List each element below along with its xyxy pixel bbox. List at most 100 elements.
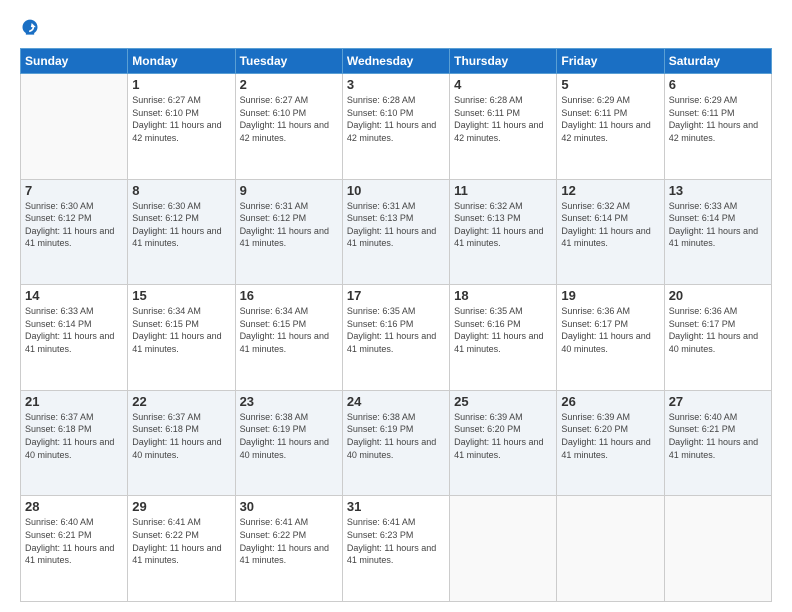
day-info: Sunrise: 6:30 AMSunset: 6:12 PMDaylight:… bbox=[25, 200, 123, 250]
calendar-cell: 16 Sunrise: 6:34 AMSunset: 6:15 PMDayligh… bbox=[235, 285, 342, 391]
day-number: 7 bbox=[25, 183, 123, 198]
day-info: Sunrise: 6:32 AMSunset: 6:14 PMDaylight:… bbox=[561, 200, 659, 250]
calendar-cell: 3 Sunrise: 6:28 AMSunset: 6:10 PMDaylight… bbox=[342, 74, 449, 180]
day-number: 25 bbox=[454, 394, 552, 409]
day-number: 29 bbox=[132, 499, 230, 514]
day-info: Sunrise: 6:41 AMSunset: 6:22 PMDaylight:… bbox=[132, 516, 230, 566]
day-number: 4 bbox=[454, 77, 552, 92]
calendar-cell: 6 Sunrise: 6:29 AMSunset: 6:11 PMDaylight… bbox=[664, 74, 771, 180]
calendar-cell: 27 Sunrise: 6:40 AMSunset: 6:21 PMDayligh… bbox=[664, 390, 771, 496]
calendar-cell: 26 Sunrise: 6:39 AMSunset: 6:20 PMDayligh… bbox=[557, 390, 664, 496]
calendar-cell: 29 Sunrise: 6:41 AMSunset: 6:22 PMDayligh… bbox=[128, 496, 235, 602]
day-number: 18 bbox=[454, 288, 552, 303]
day-number: 17 bbox=[347, 288, 445, 303]
day-info: Sunrise: 6:33 AMSunset: 6:14 PMDaylight:… bbox=[25, 305, 123, 355]
day-info: Sunrise: 6:34 AMSunset: 6:15 PMDaylight:… bbox=[132, 305, 230, 355]
day-number: 9 bbox=[240, 183, 338, 198]
calendar-table: SundayMondayTuesdayWednesdayThursdayFrid… bbox=[20, 48, 772, 602]
calendar-header-sunday: Sunday bbox=[21, 49, 128, 74]
calendar-header-row: SundayMondayTuesdayWednesdayThursdayFrid… bbox=[21, 49, 772, 74]
day-info: Sunrise: 6:31 AMSunset: 6:13 PMDaylight:… bbox=[347, 200, 445, 250]
day-number: 30 bbox=[240, 499, 338, 514]
day-info: Sunrise: 6:31 AMSunset: 6:12 PMDaylight:… bbox=[240, 200, 338, 250]
calendar-cell: 10Sunrise: 6:31 AMSunset: 6:13 PMDayligh… bbox=[342, 179, 449, 285]
calendar-cell bbox=[450, 496, 557, 602]
calendar-header-wednesday: Wednesday bbox=[342, 49, 449, 74]
day-number: 5 bbox=[561, 77, 659, 92]
day-number: 6 bbox=[669, 77, 767, 92]
day-info: Sunrise: 6:40 AMSunset: 6:21 PMDaylight:… bbox=[669, 411, 767, 461]
day-info: Sunrise: 6:29 AMSunset: 6:11 PMDaylight:… bbox=[669, 94, 767, 144]
day-info: Sunrise: 6:35 AMSunset: 6:16 PMDaylight:… bbox=[454, 305, 552, 355]
day-info: Sunrise: 6:37 AMSunset: 6:18 PMDaylight:… bbox=[25, 411, 123, 461]
calendar-cell: 24Sunrise: 6:38 AMSunset: 6:19 PMDayligh… bbox=[342, 390, 449, 496]
day-number: 13 bbox=[669, 183, 767, 198]
calendar-cell: 28Sunrise: 6:40 AMSunset: 6:21 PMDayligh… bbox=[21, 496, 128, 602]
calendar-cell: 30Sunrise: 6:41 AMSunset: 6:22 PMDayligh… bbox=[235, 496, 342, 602]
calendar-cell: 14 Sunrise: 6:33 AMSunset: 6:14 PMDayligh… bbox=[21, 285, 128, 391]
day-number: 11 bbox=[454, 183, 552, 198]
calendar-cell: 18 Sunrise: 6:35 AMSunset: 6:16 PMDayligh… bbox=[450, 285, 557, 391]
day-number: 31 bbox=[347, 499, 445, 514]
day-number: 16 bbox=[240, 288, 338, 303]
calendar-header-monday: Monday bbox=[128, 49, 235, 74]
day-number: 2 bbox=[240, 77, 338, 92]
calendar-cell: 17Sunrise: 6:35 AMSunset: 6:16 PMDayligh… bbox=[342, 285, 449, 391]
calendar-cell: 8Sunrise: 6:30 AMSunset: 6:12 PMDaylight… bbox=[128, 179, 235, 285]
calendar-cell: 9 Sunrise: 6:31 AMSunset: 6:12 PMDaylight… bbox=[235, 179, 342, 285]
day-number: 12 bbox=[561, 183, 659, 198]
calendar-cell: 7 Sunrise: 6:30 AMSunset: 6:12 PMDaylight… bbox=[21, 179, 128, 285]
calendar-cell bbox=[557, 496, 664, 602]
day-info: Sunrise: 6:27 AMSunset: 6:10 PMDaylight:… bbox=[132, 94, 230, 144]
day-info: Sunrise: 6:40 AMSunset: 6:21 PMDaylight:… bbox=[25, 516, 123, 566]
calendar-header-saturday: Saturday bbox=[664, 49, 771, 74]
calendar-cell: 11 Sunrise: 6:32 AMSunset: 6:13 PMDayligh… bbox=[450, 179, 557, 285]
page: SundayMondayTuesdayWednesdayThursdayFrid… bbox=[0, 0, 792, 612]
calendar-header-thursday: Thursday bbox=[450, 49, 557, 74]
calendar-cell bbox=[21, 74, 128, 180]
day-number: 27 bbox=[669, 394, 767, 409]
day-number: 3 bbox=[347, 77, 445, 92]
calendar-cell: 1 Sunrise: 6:27 AMSunset: 6:10 PMDaylight… bbox=[128, 74, 235, 180]
day-info: Sunrise: 6:29 AMSunset: 6:11 PMDaylight:… bbox=[561, 94, 659, 144]
calendar-cell: 5 Sunrise: 6:29 AMSunset: 6:11 PMDaylight… bbox=[557, 74, 664, 180]
day-info: Sunrise: 6:28 AMSunset: 6:11 PMDaylight:… bbox=[454, 94, 552, 144]
day-info: Sunrise: 6:28 AMSunset: 6:10 PMDaylight:… bbox=[347, 94, 445, 144]
calendar-week-row: 21 Sunrise: 6:37 AMSunset: 6:18 PMDayligh… bbox=[21, 390, 772, 496]
calendar-cell: 22 Sunrise: 6:37 AMSunset: 6:18 PMDayligh… bbox=[128, 390, 235, 496]
calendar-cell: 31 Sunrise: 6:41 AMSunset: 6:23 PMDayligh… bbox=[342, 496, 449, 602]
calendar-week-row: 1 Sunrise: 6:27 AMSunset: 6:10 PMDaylight… bbox=[21, 74, 772, 180]
day-info: Sunrise: 6:39 AMSunset: 6:20 PMDaylight:… bbox=[561, 411, 659, 461]
calendar-header-tuesday: Tuesday bbox=[235, 49, 342, 74]
calendar-cell: 20 Sunrise: 6:36 AMSunset: 6:17 PMDayligh… bbox=[664, 285, 771, 391]
header bbox=[20, 18, 772, 38]
calendar-cell bbox=[664, 496, 771, 602]
calendar-cell: 4 Sunrise: 6:28 AMSunset: 6:11 PMDaylight… bbox=[450, 74, 557, 180]
day-number: 26 bbox=[561, 394, 659, 409]
day-info: Sunrise: 6:36 AMSunset: 6:17 PMDaylight:… bbox=[669, 305, 767, 355]
calendar-cell: 13Sunrise: 6:33 AMSunset: 6:14 PMDayligh… bbox=[664, 179, 771, 285]
calendar-cell: 25 Sunrise: 6:39 AMSunset: 6:20 PMDayligh… bbox=[450, 390, 557, 496]
logo-icon bbox=[20, 18, 40, 38]
day-info: Sunrise: 6:37 AMSunset: 6:18 PMDaylight:… bbox=[132, 411, 230, 461]
day-info: Sunrise: 6:41 AMSunset: 6:23 PMDaylight:… bbox=[347, 516, 445, 566]
day-info: Sunrise: 6:38 AMSunset: 6:19 PMDaylight:… bbox=[240, 411, 338, 461]
day-info: Sunrise: 6:32 AMSunset: 6:13 PMDaylight:… bbox=[454, 200, 552, 250]
calendar-week-row: 7 Sunrise: 6:30 AMSunset: 6:12 PMDaylight… bbox=[21, 179, 772, 285]
day-number: 21 bbox=[25, 394, 123, 409]
calendar-cell: 21 Sunrise: 6:37 AMSunset: 6:18 PMDayligh… bbox=[21, 390, 128, 496]
day-number: 24 bbox=[347, 394, 445, 409]
day-info: Sunrise: 6:34 AMSunset: 6:15 PMDaylight:… bbox=[240, 305, 338, 355]
day-number: 8 bbox=[132, 183, 230, 198]
calendar-week-row: 28Sunrise: 6:40 AMSunset: 6:21 PMDayligh… bbox=[21, 496, 772, 602]
day-info: Sunrise: 6:39 AMSunset: 6:20 PMDaylight:… bbox=[454, 411, 552, 461]
day-number: 14 bbox=[25, 288, 123, 303]
day-number: 20 bbox=[669, 288, 767, 303]
day-number: 1 bbox=[132, 77, 230, 92]
day-number: 23 bbox=[240, 394, 338, 409]
calendar-cell: 12 Sunrise: 6:32 AMSunset: 6:14 PMDayligh… bbox=[557, 179, 664, 285]
day-number: 22 bbox=[132, 394, 230, 409]
calendar-cell: 23 Sunrise: 6:38 AMSunset: 6:19 PMDayligh… bbox=[235, 390, 342, 496]
calendar-header-friday: Friday bbox=[557, 49, 664, 74]
calendar-week-row: 14 Sunrise: 6:33 AMSunset: 6:14 PMDayligh… bbox=[21, 285, 772, 391]
